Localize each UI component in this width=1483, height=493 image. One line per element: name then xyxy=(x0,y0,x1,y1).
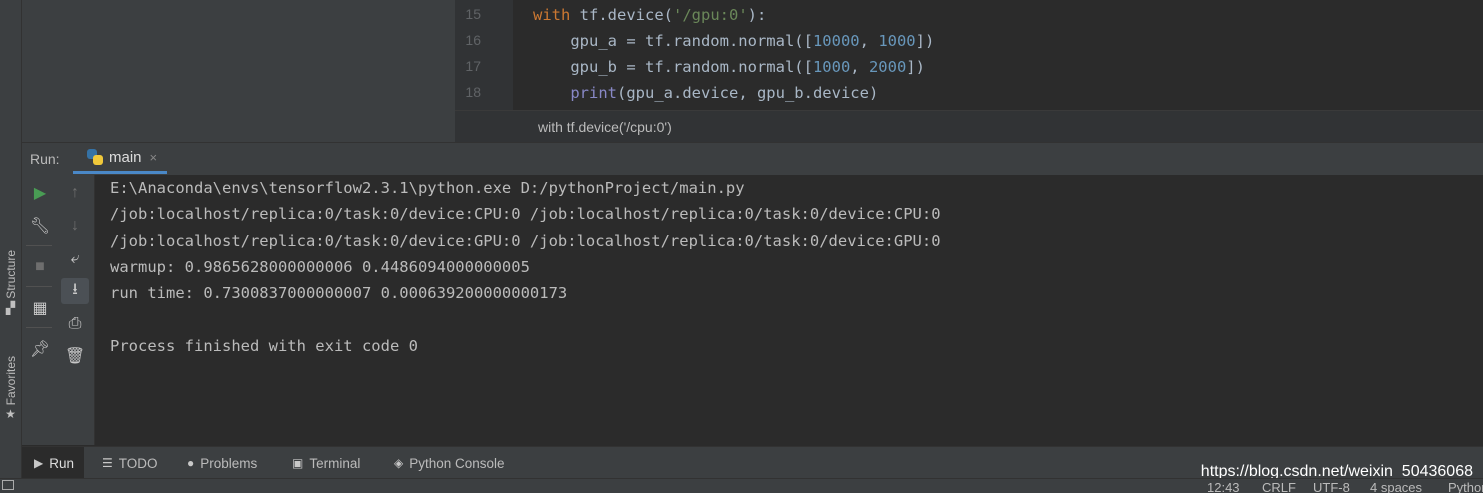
printer-icon: ⎙ xyxy=(68,315,82,332)
arrow-up-icon: ↑ xyxy=(71,184,79,201)
pin-tab-button[interactable]: 📌︎ xyxy=(26,336,54,362)
code-line: gpu_b = tf.random.normal([1000, 2000]) xyxy=(533,58,925,76)
code-token: with xyxy=(533,6,580,24)
tab-terminal[interactable]: ▣ Terminal xyxy=(292,447,360,479)
editor-gutter: 15 16 17 18 xyxy=(455,0,531,110)
soft-wrap-icon: ⤶ xyxy=(70,250,80,267)
clear-all-button[interactable]: 🗑︎ xyxy=(61,343,89,369)
restore-layout-button[interactable]: ▦ xyxy=(26,295,54,321)
project-panel-area xyxy=(22,0,455,142)
code-token: 1000 xyxy=(812,58,851,76)
tab-todo[interactable]: ☰ TODO xyxy=(102,447,158,479)
code-token: ]) xyxy=(915,32,935,50)
run-window-header: Run: main × xyxy=(22,142,1483,176)
code-token: , xyxy=(859,32,879,50)
code-line: print(gpu_a.device, gpu_b.device) xyxy=(533,84,878,102)
tab-python-console-label: Python Console xyxy=(409,455,505,471)
stop-button[interactable]: ■ xyxy=(26,254,54,280)
console-line: run time: 0.7300837000000007 0.000639200… xyxy=(110,284,568,302)
tab-run-label: Run xyxy=(49,455,74,471)
console-line: /job:localhost/replica:0/task:0/device:C… xyxy=(110,205,941,223)
scroll-to-end-icon: ⭳ xyxy=(72,280,78,298)
line-number: 18 xyxy=(465,84,481,100)
console-line: Process finished with exit code 0 xyxy=(110,337,418,355)
python-icon xyxy=(87,149,103,165)
down-stack-button[interactable]: ↓ xyxy=(61,213,89,239)
soft-wrap-button[interactable]: ⤶ xyxy=(61,246,89,272)
scroll-to-end-button[interactable]: ⭳ xyxy=(61,278,89,304)
tab-problems[interactable]: ● Problems xyxy=(187,447,257,479)
python-console-icon: ◈ xyxy=(394,456,404,470)
toolbar-divider xyxy=(26,245,52,246)
console-line: warmup: 0.9865628000000006 0.44860940000… xyxy=(110,258,530,276)
code-line: with tf.device('/gpu:0'): xyxy=(533,6,766,24)
interpreter[interactable]: Python xyxy=(1448,480,1483,493)
run-window-label: Run: xyxy=(30,151,60,167)
breadcrumb-text: with tf.device('/cpu:0') xyxy=(538,119,672,135)
code-token: (gpu_a.device, gpu_b.device) xyxy=(617,84,879,102)
arrow-down-icon: ↓ xyxy=(71,217,79,234)
console-line: /job:localhost/replica:0/task:0/device:G… xyxy=(110,232,941,250)
code-editor[interactable]: with tf.device('/gpu:0'): gpu_a = tf.ran… xyxy=(513,0,1483,110)
line-number: 16 xyxy=(465,32,481,48)
layout-icon: ▦ xyxy=(32,300,48,317)
run-config-tab-label: main xyxy=(109,148,142,166)
console-line: E:\Anaconda\envs\tensorflow2.3.1\python.… xyxy=(110,179,745,197)
list-icon: ☰ xyxy=(102,456,113,470)
line-separator[interactable]: CRLF xyxy=(1262,480,1296,493)
code-line: gpu_a = tf.random.normal([10000, 1000]) xyxy=(533,32,934,50)
left-tool-strip: Structure ▞ Favorites ★ xyxy=(0,0,22,478)
indent-setting[interactable]: 4 spaces xyxy=(1370,480,1422,493)
code-token: 10000 xyxy=(812,32,860,50)
code-token: ): xyxy=(747,6,767,24)
structure-tool-tab[interactable]: Structure ▞ xyxy=(0,250,21,332)
run-config-tab[interactable]: main × xyxy=(73,143,168,174)
run-toolbar-secondary: ↑ ↓ ⤶ ⭳ ⎙ 🗑︎ xyxy=(57,175,95,445)
code-token: tf.device( xyxy=(579,6,673,24)
star-icon: ★ xyxy=(5,407,16,422)
run-toolbar-primary: ▶ 🔧︎ ■ ▦ 📌︎ xyxy=(22,175,57,445)
info-icon: ● xyxy=(187,456,195,470)
stop-icon: ■ xyxy=(35,258,45,275)
tool-windows-toggle-icon[interactable] xyxy=(2,480,14,490)
code-token: '/gpu:0' xyxy=(673,6,748,24)
wrench-icon: 🔧︎ xyxy=(29,218,51,235)
close-icon[interactable]: × xyxy=(150,150,158,165)
tab-run[interactable]: ▶ Run xyxy=(22,447,84,479)
toolbar-divider xyxy=(26,327,52,328)
line-number: 17 xyxy=(465,58,481,74)
play-icon: ▶ xyxy=(33,185,47,202)
console-output[interactable]: E:\Anaconda\envs\tensorflow2.3.1\python.… xyxy=(95,175,1483,445)
code-token: ]) xyxy=(906,58,925,76)
code-token: print xyxy=(570,84,617,102)
tab-todo-label: TODO xyxy=(118,455,158,471)
play-icon: ▶ xyxy=(34,456,44,470)
code-token: 2000 xyxy=(868,58,907,76)
code-token: 1000 xyxy=(878,32,916,50)
trash-icon: 🗑︎ xyxy=(64,348,86,365)
structure-tab-label: Structure xyxy=(3,250,18,299)
print-button[interactable]: ⎙ xyxy=(61,311,89,337)
line-number: 15 xyxy=(465,6,481,22)
pin-icon: 📌︎ xyxy=(29,341,51,358)
up-stack-button[interactable]: ↑ xyxy=(61,180,89,206)
terminal-icon: ▣ xyxy=(292,456,304,470)
code-token: gpu_b = tf.random.normal([ xyxy=(533,58,813,76)
toolbar-divider xyxy=(26,286,52,287)
editor-breadcrumb[interactable]: with tf.device('/cpu:0') xyxy=(455,110,1483,142)
edit-config-button[interactable]: 🔧︎ xyxy=(26,213,54,239)
tab-python-console[interactable]: ◈ Python Console xyxy=(394,447,505,479)
code-token: , xyxy=(850,58,869,76)
file-encoding[interactable]: UTF-8 xyxy=(1313,480,1350,493)
rerun-button[interactable]: ▶ xyxy=(26,180,54,206)
code-token: gpu_a = tf.random.normal([ xyxy=(533,32,813,50)
caret-position[interactable]: 12:43 xyxy=(1207,480,1240,493)
favorites-tool-tab[interactable]: Favorites ★ xyxy=(0,356,21,438)
status-bar: 12:43 CRLF UTF-8 4 spaces Python xyxy=(0,478,1483,493)
structure-icon: ▞ xyxy=(5,300,16,315)
favorites-tab-label: Favorites xyxy=(3,356,18,406)
tab-problems-label: Problems xyxy=(200,455,258,471)
tab-terminal-label: Terminal xyxy=(309,455,361,471)
